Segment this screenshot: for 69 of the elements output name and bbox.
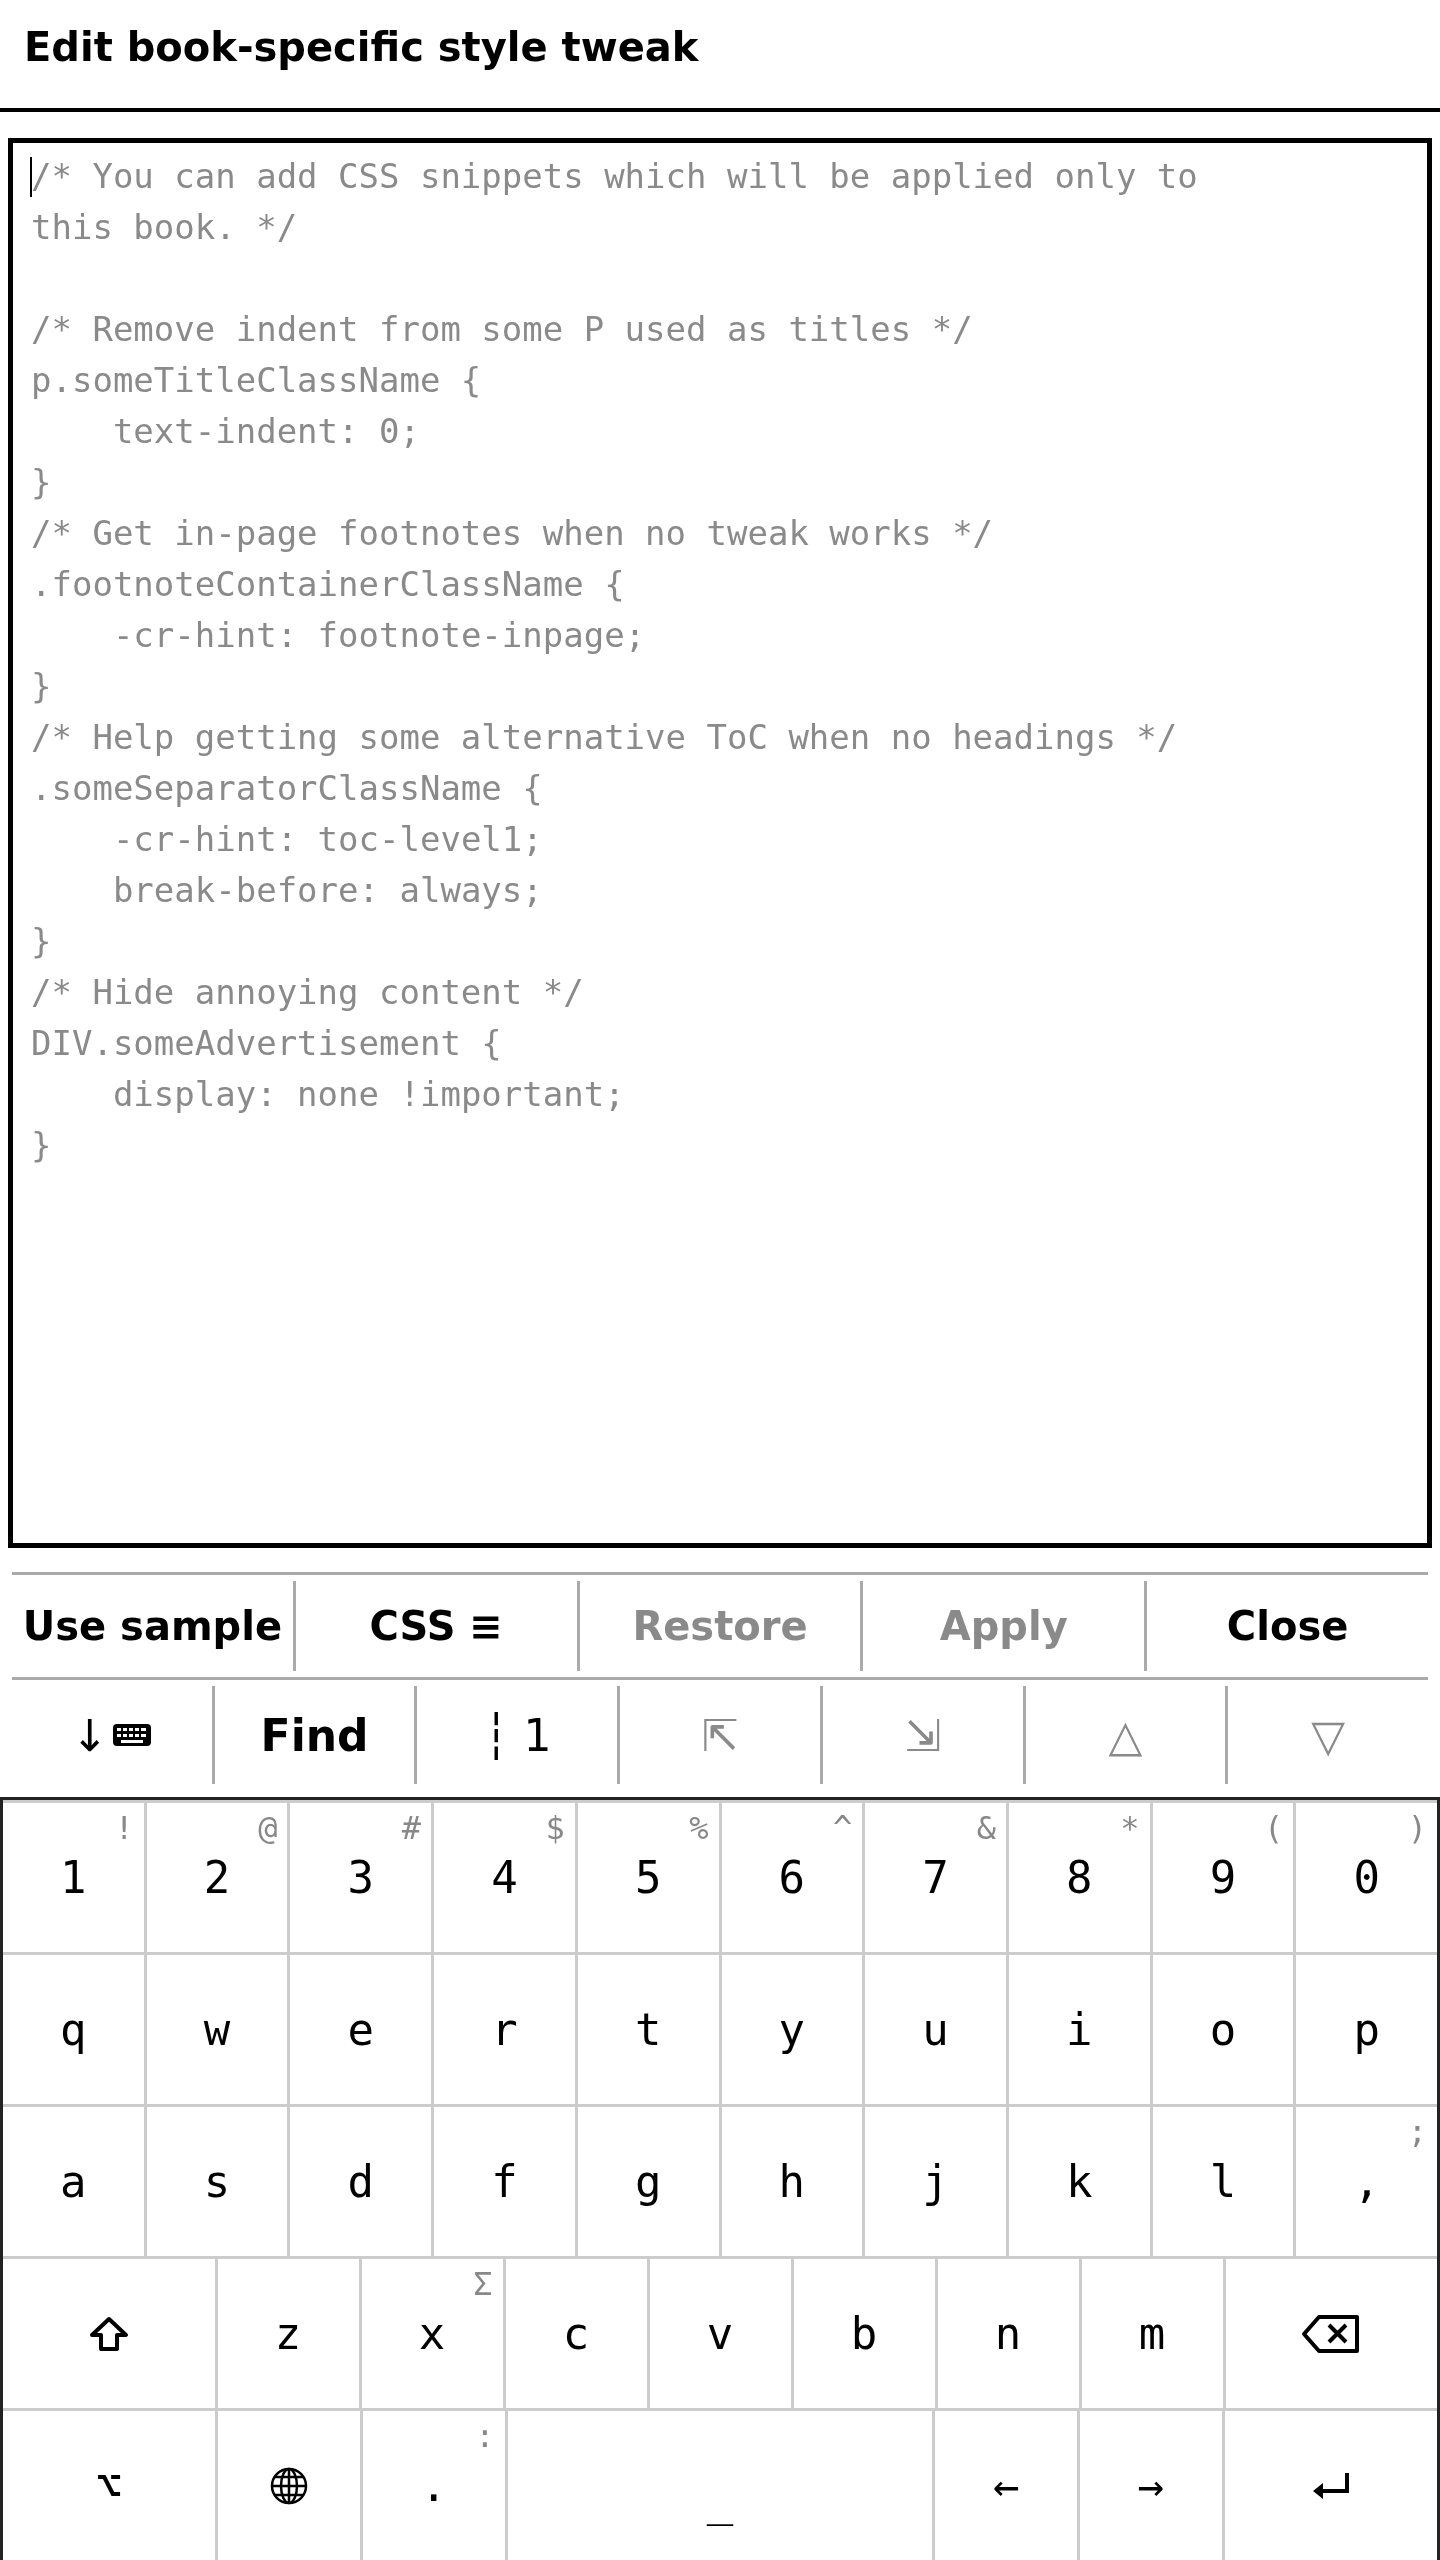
action-button[interactable]: Close xyxy=(1144,1581,1428,1671)
key[interactable]: , ; xyxy=(1296,2107,1438,2256)
key[interactable]: z xyxy=(217,2259,359,2408)
key[interactable]: 4 $ xyxy=(434,1803,575,1952)
key[interactable]: f xyxy=(434,2107,575,2256)
key[interactable]: 8 * xyxy=(1008,1803,1150,1952)
alternate-character: # xyxy=(401,1809,422,1847)
key[interactable]: g xyxy=(577,2107,719,2256)
key[interactable]: y xyxy=(721,1955,863,2104)
key[interactable]: j xyxy=(865,2107,1006,2256)
arrow-label: ↓ xyxy=(71,1709,109,1761)
hide-keyboard-button[interactable]: ↓ xyxy=(12,1686,212,1784)
key[interactable]: 0 ) xyxy=(1296,1803,1438,1952)
action-button[interactable]: CSS ≡ xyxy=(292,1581,577,1671)
key[interactable]: u xyxy=(865,1955,1006,2104)
space-key[interactable]: _ xyxy=(507,2411,933,2560)
key[interactable]: 6 ^ xyxy=(721,1803,863,1952)
key[interactable]: i xyxy=(1008,1955,1150,2104)
key[interactable]: b xyxy=(793,2259,935,2408)
key[interactable]: 3 # xyxy=(290,1803,432,1952)
alternate-character: % xyxy=(689,1809,709,1847)
key[interactable]: k xyxy=(1008,2107,1150,2256)
nav-button[interactable]: ┆ 1 xyxy=(414,1686,618,1784)
backspace-icon xyxy=(1301,2313,1362,2354)
key[interactable]: d xyxy=(290,2107,432,2256)
alternate-character: Σ xyxy=(473,2265,493,2303)
language-key[interactable] xyxy=(218,2411,360,2560)
alternate-character: ^ xyxy=(832,1809,853,1847)
key[interactable]: 2 @ xyxy=(146,1803,288,1952)
key[interactable]: s xyxy=(146,2107,288,2256)
key[interactable]: ⌥ xyxy=(3,2411,216,2560)
backspace-key[interactable] xyxy=(1225,2259,1437,2408)
alternate-character: $ xyxy=(545,1809,565,1847)
action-button[interactable]: Use sample xyxy=(12,1581,293,1671)
key[interactable]: m xyxy=(1081,2259,1223,2408)
alternate-character: ! xyxy=(114,1809,134,1847)
key[interactable]: a xyxy=(3,2107,144,2256)
key[interactable]: → xyxy=(1080,2411,1222,2560)
key[interactable]: x Σ xyxy=(361,2259,503,2408)
key[interactable]: t xyxy=(577,1955,719,2104)
nav-button[interactable]: Find xyxy=(211,1686,415,1784)
key[interactable]: h xyxy=(721,2107,863,2256)
key[interactable]: n xyxy=(937,2259,1079,2408)
key[interactable]: e xyxy=(290,1955,432,2104)
key[interactable]: c xyxy=(505,2259,647,2408)
key[interactable]: v xyxy=(649,2259,791,2408)
alternate-character: & xyxy=(976,1809,996,1847)
alternate-character: @ xyxy=(258,1809,278,1847)
window-title: Edit book-specific style tweak xyxy=(23,23,699,70)
key[interactable]: q xyxy=(3,1955,144,2104)
alternate-character: ) xyxy=(1407,1809,1428,1847)
key[interactable]: 5 % xyxy=(577,1803,719,1952)
key[interactable]: l xyxy=(1152,2107,1294,2256)
keyboard-icon xyxy=(112,1723,153,1747)
alternate-character: ( xyxy=(1264,1809,1284,1847)
key[interactable]: w xyxy=(146,1955,288,2104)
key[interactable]: 9 ( xyxy=(1152,1803,1294,1952)
shift-icon xyxy=(88,2315,129,2352)
globe-icon xyxy=(269,2465,310,2506)
key[interactable]: . : xyxy=(363,2411,505,2560)
key[interactable]: 1 ! xyxy=(3,1803,144,1952)
alternate-character: ; xyxy=(1407,2113,1428,2151)
key[interactable]: ← xyxy=(935,2411,1077,2560)
key[interactable]: r xyxy=(434,1955,575,2104)
key[interactable]: o xyxy=(1152,1955,1294,2104)
key[interactable]: 7 & xyxy=(865,1803,1006,1952)
alternate-character: * xyxy=(1120,1809,1140,1847)
alternate-character: : xyxy=(475,2417,495,2455)
key[interactable]: p xyxy=(1296,1955,1438,2104)
